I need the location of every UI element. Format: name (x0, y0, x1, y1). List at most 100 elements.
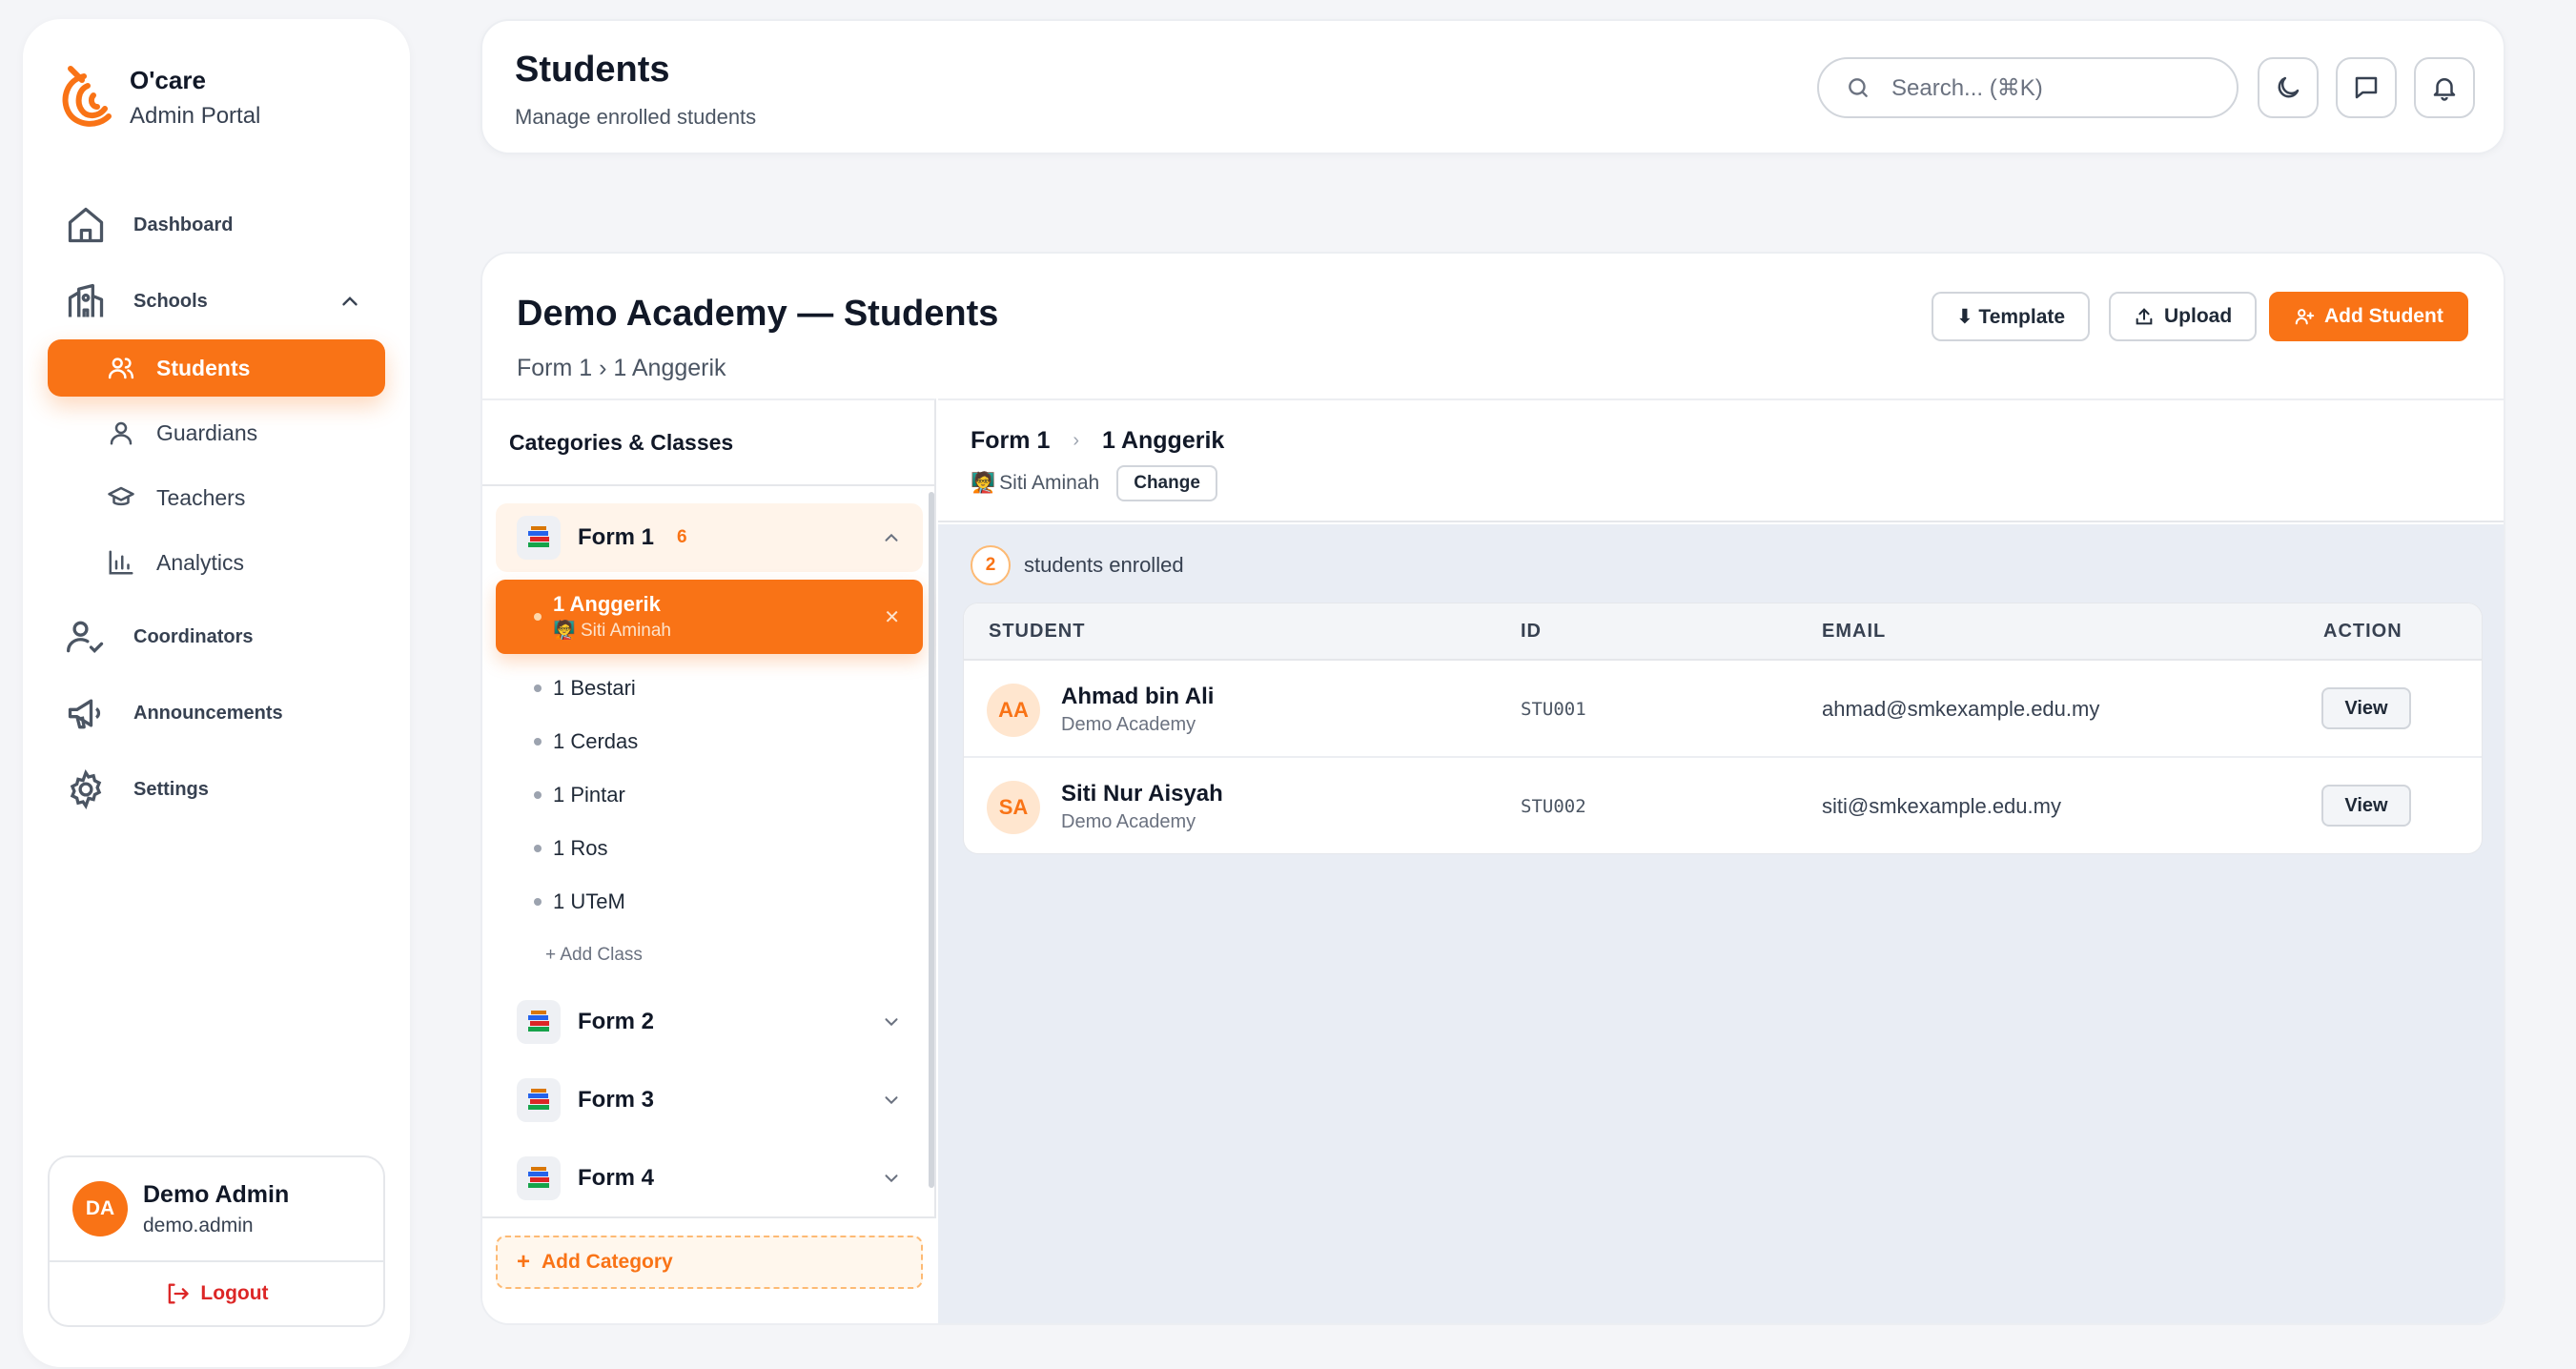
category-form-1[interactable]: Form 1 6 (496, 503, 923, 572)
nav-announcements-label: Announcements (133, 702, 283, 724)
logout-label: Logout (200, 1282, 269, 1304)
student-school: Demo Academy (1061, 811, 1196, 832)
main-nav: Dashboard Schools Students Guardians Tea… (23, 187, 410, 828)
table-row[interactable]: SA Siti Nur Aisyah Demo Academy STU002 s… (964, 758, 2482, 853)
class-detail-body: 2 students enrolled STUDENT ID EMAIL ACT… (938, 524, 2504, 1323)
books-icon (517, 1156, 561, 1200)
scrollbar[interactable] (929, 492, 934, 1188)
category-form-3[interactable]: Form 3 (496, 1066, 923, 1134)
theme-toggle-button[interactable] (2258, 57, 2319, 118)
nav-settings-label: Settings (133, 778, 209, 800)
bell-icon (2433, 78, 2456, 101)
categories-footer: + Add Category (482, 1216, 936, 1323)
categories-list[interactable]: Form 1 6 1 Anggerik 🧑‍🏫 Siti Aminah ✕ 1 … (482, 488, 936, 1215)
user-plus-icon (2295, 309, 2315, 325)
student-name: Siti Nur Aisyah (1061, 781, 1223, 807)
add-student-label: Add Student (2324, 305, 2443, 327)
brand[interactable]: O'care Admin Portal (55, 59, 260, 135)
table-row[interactable]: AA Ahmad bin Ali Demo Academy STU001 ahm… (964, 661, 2482, 758)
message-square-icon (2355, 76, 2378, 99)
student-avatar: AA (987, 684, 1040, 737)
category-form-2[interactable]: Form 2 (496, 988, 923, 1056)
view-button[interactable]: View (2321, 687, 2411, 729)
category-label: Form 2 (578, 1009, 655, 1034)
notifications-button[interactable] (2414, 57, 2475, 118)
sidebar-item-guardians[interactable]: Guardians (48, 404, 385, 461)
category-label: Form 1 (578, 524, 655, 550)
bullet-dot (534, 738, 542, 746)
view-button[interactable]: View (2321, 785, 2411, 827)
nav-settings[interactable]: Settings (23, 751, 410, 828)
chevron-up-icon[interactable] (337, 289, 362, 314)
books-icon (517, 1000, 561, 1044)
enrolled-label: students enrolled (1024, 553, 1184, 577)
brand-subtitle: Admin Portal (130, 102, 261, 129)
class-teacher-row: 🧑‍🏫 Siti Aminah Change (971, 465, 1217, 501)
school-icon (68, 283, 104, 317)
sidebar-item-students[interactable]: Students (48, 339, 385, 397)
class-name: 1 Anggerik (553, 592, 661, 616)
categories-heading: Categories & Classes (482, 400, 934, 486)
col-student: STUDENT (989, 620, 1086, 642)
user-profile[interactable]: DA Demo Admin demo.admin (50, 1157, 383, 1262)
books-icon (517, 1078, 561, 1122)
plus-icon: + (517, 1249, 531, 1275)
sidebar-item-analytics[interactable]: Analytics (48, 534, 385, 591)
chevron-right-icon: › (1073, 430, 1080, 451)
graduation-cap-icon (108, 486, 134, 506)
add-category-button[interactable]: + Add Category (496, 1236, 923, 1289)
close-icon[interactable]: ✕ (884, 605, 900, 629)
nav-schools-label: Schools (133, 290, 208, 312)
class-teacher: Siti Aminah (580, 621, 671, 641)
sidebar: O'care Admin Portal Dashboard Schools St… (23, 19, 410, 1367)
upload-button[interactable]: Upload (2109, 292, 2258, 341)
class-item-1-bestari[interactable]: 1 Bestari (496, 662, 923, 715)
student-name: Ahmad bin Ali (1061, 684, 1215, 709)
class-item-1-utem[interactable]: 1 UTeM (496, 875, 923, 929)
nav-announcements[interactable]: Announcements (23, 675, 410, 751)
class-name: 1 UTeM (553, 889, 625, 913)
enrolled-summary: 2 students enrolled (971, 545, 1184, 585)
student-school: Demo Academy (1061, 714, 1196, 735)
nav-coordinators[interactable]: Coordinators (23, 599, 410, 675)
template-button-label: ⬇ Template (1956, 305, 2066, 328)
class-item-1-pintar[interactable]: 1 Pintar (496, 768, 923, 822)
category-form-4[interactable]: Form 4 (496, 1144, 923, 1213)
class-item-1-ros[interactable]: 1 Ros (496, 822, 923, 875)
bullet-dot (534, 791, 542, 799)
template-button[interactable]: ⬇ Template (1932, 292, 2091, 341)
add-class-button[interactable]: + Add Class (482, 929, 936, 982)
user-name: Demo Admin (143, 1180, 290, 1208)
add-student-button[interactable]: Add Student (2269, 292, 2468, 341)
chevron-down-icon (885, 1018, 898, 1027)
students-table: STUDENT ID EMAIL ACTION AA Ahmad bin Ali… (963, 603, 2483, 854)
class-item-1-anggerik[interactable]: 1 Anggerik 🧑‍🏫 Siti Aminah ✕ (496, 580, 923, 654)
bullet-dot (534, 898, 542, 906)
messages-button[interactable] (2336, 57, 2397, 118)
chevron-up-icon (885, 533, 898, 541)
chevron-down-icon (885, 1175, 898, 1183)
search-input[interactable]: Search... (⌘K) (1817, 57, 2239, 118)
ocare-logo-icon (62, 66, 112, 127)
class-detail-header: Form 1 › 1 Anggerik 🧑‍🏫 Siti Aminah Chan… (938, 400, 2504, 522)
crumb-form[interactable]: Form 1 (971, 427, 1050, 455)
class-name: 1 Cerdas (553, 729, 639, 753)
breadcrumb: Form 1 › 1 Anggerik (517, 355, 726, 381)
bullet-dot (534, 684, 542, 692)
nav-schools[interactable]: Schools (23, 263, 410, 339)
megaphone-icon (68, 699, 101, 729)
nav-dashboard[interactable]: Dashboard (23, 187, 410, 263)
crumb-class: 1 Anggerik (1102, 427, 1225, 454)
class-name: 1 Bestari (553, 676, 636, 700)
moon-icon (2278, 76, 2300, 98)
class-item-1-cerdas[interactable]: 1 Cerdas (496, 715, 923, 768)
sidebar-item-guardians-label: Guardians (156, 419, 258, 445)
change-teacher-button[interactable]: Change (1116, 465, 1217, 501)
categories-panel: Categories & Classes Form 1 6 1 Anggerik… (482, 398, 936, 1323)
class-detail-panel: Form 1 › 1 Anggerik 🧑‍🏫 Siti Aminah Chan… (938, 398, 2504, 1323)
sidebar-item-teachers[interactable]: Teachers (48, 469, 385, 526)
search-icon (1849, 78, 1868, 97)
sidebar-item-students-label: Students (156, 355, 251, 380)
logout-button[interactable]: Logout (50, 1262, 383, 1325)
chevron-down-icon (885, 1096, 898, 1105)
